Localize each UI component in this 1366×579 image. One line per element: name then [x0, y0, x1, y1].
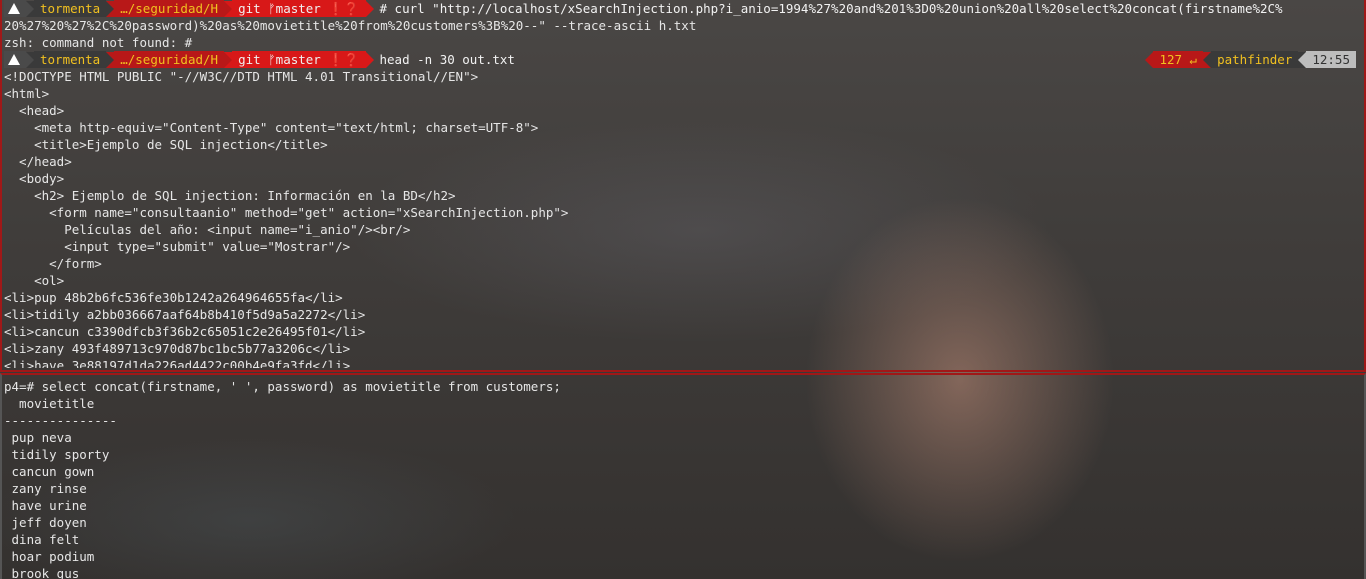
- segment-separator-icon: [26, 0, 34, 17]
- result-row: have urine: [4, 498, 87, 513]
- segment-separator-icon: [1203, 51, 1212, 68]
- output-line: <title>Ejemplo de SQL injection</title>: [4, 137, 328, 152]
- git-status-icons: ❗❓: [328, 52, 360, 67]
- output-line: <meta http-equiv="Content-Type" content=…: [4, 120, 539, 135]
- result-row: brook gus: [4, 566, 80, 579]
- output-line: <body>: [4, 171, 65, 186]
- output-line: <head>: [4, 103, 65, 118]
- output-line: <li>cancun c3390dfcb3f36b2c65051c2e26495…: [4, 324, 366, 339]
- psql-query: p4=# select concat(firstname, ' ', passw…: [4, 379, 561, 394]
- prompt-hostname: tormenta: [34, 51, 107, 68]
- prompt-git-segment: git ᚠmaster ❗❓: [232, 51, 366, 68]
- git-icon: git: [238, 52, 261, 67]
- prompt-clock: 12:55: [1306, 51, 1356, 68]
- command-continuation: 20%27%20%27%2C%20password)%20as%20moviet…: [4, 18, 697, 33]
- shell-prompt-2: tormenta …/seguridad/H git ᚠmaster ❗❓ he…: [2, 51, 1364, 68]
- output-line: <html>: [4, 86, 50, 101]
- segment-separator-icon: [106, 51, 115, 68]
- os-logo-icon: [4, 51, 26, 68]
- segment-separator-icon: [365, 0, 374, 17]
- segment-separator-icon: [26, 51, 34, 68]
- command-text: # curl "http://localhost/xSearchInjectio…: [379, 1, 1283, 16]
- terminal-pane-bottom[interactable]: p4=# select concat(firstname, ' ', passw…: [0, 373, 1366, 579]
- git-icon: git: [238, 1, 261, 16]
- output-line: <form name="consultaanio" method="get" a…: [4, 205, 569, 220]
- exit-code-badge: 127 ↵: [1153, 51, 1204, 68]
- prompt-directory: pathfinder: [1211, 51, 1299, 68]
- output-line: </head>: [4, 154, 72, 169]
- prompt-path: …/seguridad/H: [114, 0, 225, 17]
- segment-separator-icon: [224, 0, 233, 17]
- segment-separator-icon: [1298, 51, 1307, 68]
- output-line: <li>tidily a2bb036667aaf64b8b410f5d9a5a2…: [4, 307, 366, 322]
- segment-separator-icon: [365, 51, 374, 68]
- os-logo-icon: [4, 0, 26, 17]
- result-row: cancun gown: [4, 464, 95, 479]
- git-branch: ᚠmaster: [268, 52, 321, 67]
- output-line: <li>zany 493f489713c970d87bc1bc5b77a3206…: [4, 341, 351, 356]
- git-status-icons: ❗❓: [328, 1, 360, 16]
- terminal-pane-top[interactable]: tormenta …/seguridad/H git ᚠmaster ❗❓ # …: [0, 0, 1366, 372]
- output-line: <!DOCTYPE HTML PUBLIC "-//W3C//DTD HTML …: [4, 69, 479, 84]
- segment-separator-icon: [1145, 51, 1154, 68]
- output-line: <li>have 3e88197d1da226ad4422c00b4e9fa3f…: [4, 358, 351, 372]
- result-row: pup neva: [4, 430, 72, 445]
- result-column-header: movietitle: [4, 396, 95, 411]
- error-message: zsh: command not found: #: [4, 35, 193, 50]
- segment-separator-icon: [224, 51, 233, 68]
- result-row: jeff doyen: [4, 515, 87, 530]
- result-separator: ---------------: [4, 413, 117, 428]
- segment-separator-icon: [106, 0, 115, 17]
- prompt-git-segment: git ᚠmaster ❗❓: [232, 0, 366, 17]
- prompt-hostname: tormenta: [34, 0, 107, 17]
- prompt-path: …/seguridad/H: [114, 51, 225, 68]
- output-line: Películas del año: <input name="i_anio"/…: [4, 222, 411, 237]
- output-line: <input type="submit" value="Mostrar"/>: [4, 239, 351, 254]
- output-line: <h2> Ejemplo de SQL injection: Informaci…: [4, 188, 456, 203]
- output-line: <li>pup 48b2b6fc536fe30b1242a264964655fa…: [4, 290, 343, 305]
- result-row: zany rinse: [4, 481, 87, 496]
- output-line: <ol>: [4, 273, 65, 288]
- command-text: head -n 30 out.txt: [379, 52, 515, 67]
- right-prompt: 127 ↵ pathfinder 12:55: [1145, 51, 1356, 68]
- git-branch: ᚠmaster: [268, 1, 321, 16]
- result-row: tidily sporty: [4, 447, 110, 462]
- result-row: dina felt: [4, 532, 80, 547]
- output-line: </form>: [4, 256, 102, 271]
- result-row: hoar podium: [4, 549, 95, 564]
- shell-prompt-1: tormenta …/seguridad/H git ᚠmaster ❗❓ # …: [2, 0, 1364, 17]
